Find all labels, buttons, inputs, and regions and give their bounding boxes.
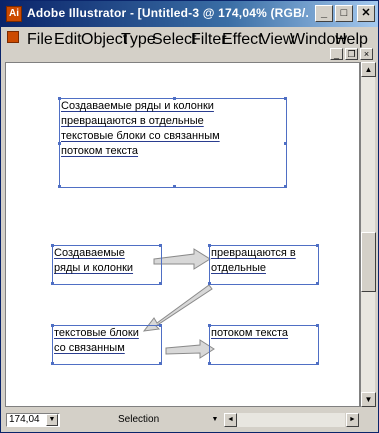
selection-handle[interactable] (51, 282, 54, 285)
maximize-button[interactable]: □ (335, 5, 353, 22)
vertical-scroll-thumb[interactable] (361, 232, 376, 292)
selection-handle[interactable] (51, 362, 54, 365)
selection-handle[interactable] (316, 324, 319, 327)
text-block-4[interactable]: потоком текста (208, 324, 319, 365)
doc-minimize-button[interactable]: _ (330, 48, 343, 60)
text-line: потоком текста (211, 327, 289, 339)
text-block-2[interactable]: превращаются в отдельные (208, 244, 319, 285)
text-block-1[interactable]: Создаваемые ряды и колонки (51, 244, 162, 285)
artboard-canvas[interactable]: Создаваемые ряды и колонки превращаются … (5, 62, 360, 407)
menu-effect[interactable]: Effect (222, 31, 263, 49)
text-line: текстовые блоки со связанным (61, 130, 220, 142)
selection-handle[interactable] (316, 244, 319, 247)
menu-type[interactable]: Type (121, 31, 156, 49)
vertical-scrollbar[interactable]: ▲ ▼ (360, 62, 376, 407)
text-line: Создаваемые ряды и колонки (61, 100, 214, 112)
illustrator-window: Ai Adobe Illustrator - [Untitled-3 @ 174… (0, 0, 379, 433)
minimize-button[interactable]: _ (315, 5, 333, 22)
arrow-right-1 (153, 248, 211, 270)
scroll-left-icon[interactable]: ◄ (224, 413, 237, 427)
menu-select[interactable]: Select (152, 31, 196, 49)
selection-handle[interactable] (284, 185, 287, 188)
menu-file[interactable]: File (27, 31, 53, 49)
text-line: превращаются в (211, 247, 296, 259)
text-block-3[interactable]: текстовые блоки со связанным (51, 324, 162, 365)
title-bar[interactable]: Ai Adobe Illustrator - [Untitled-3 @ 174… (1, 1, 378, 27)
illustrator-logo-icon[interactable]: Ai (6, 6, 22, 22)
scroll-up-icon[interactable]: ▲ (361, 62, 376, 77)
selection-handle[interactable] (159, 282, 162, 285)
selection-handle[interactable] (173, 185, 176, 188)
window-title: Adobe Illustrator - [Untitled-3 @ 174,04… (27, 6, 309, 20)
selection-handle[interactable] (159, 324, 162, 327)
status-tool-label[interactable]: Selection (118, 414, 159, 425)
selection-handle[interactable] (208, 362, 211, 365)
document-menu-icon[interactable] (7, 31, 19, 43)
doc-restore-button[interactable]: ❐ (345, 48, 358, 60)
scroll-right-icon[interactable]: ► (346, 413, 359, 427)
text-line: превращаются в отдельные (61, 115, 204, 127)
text-line: потоком текста (61, 145, 139, 157)
selection-handle[interactable] (208, 282, 211, 285)
status-dropdown-icon[interactable]: ▼ (209, 414, 221, 426)
menu-help[interactable]: Help (335, 31, 368, 49)
selection-handle[interactable] (284, 97, 287, 100)
selection-handle[interactable] (159, 362, 162, 365)
horizontal-scrollbar[interactable] (237, 413, 345, 427)
selection-handle[interactable] (159, 244, 162, 247)
zoom-dropdown-icon[interactable]: ▼ (46, 414, 58, 426)
arrow-right-2 (165, 339, 215, 359)
text-area-main[interactable]: Создаваемые ряды и колонки превращаются … (58, 97, 287, 188)
selection-handle[interactable] (284, 142, 287, 145)
text-line: отдельные (211, 262, 266, 274)
text-line: Создаваемые (54, 247, 125, 259)
selection-handle[interactable] (58, 185, 61, 188)
close-button[interactable]: ✕ (357, 5, 375, 22)
selection-handle[interactable] (316, 362, 319, 365)
menu-edit[interactable]: Edit (54, 31, 82, 49)
selection-handle[interactable] (316, 282, 319, 285)
text-line: текстовые блоки (54, 327, 139, 339)
doc-close-button[interactable]: × (360, 48, 373, 60)
scroll-down-icon[interactable]: ▼ (361, 392, 376, 407)
text-line: со связанным (54, 342, 125, 354)
text-line: ряды и колонки (54, 262, 134, 274)
